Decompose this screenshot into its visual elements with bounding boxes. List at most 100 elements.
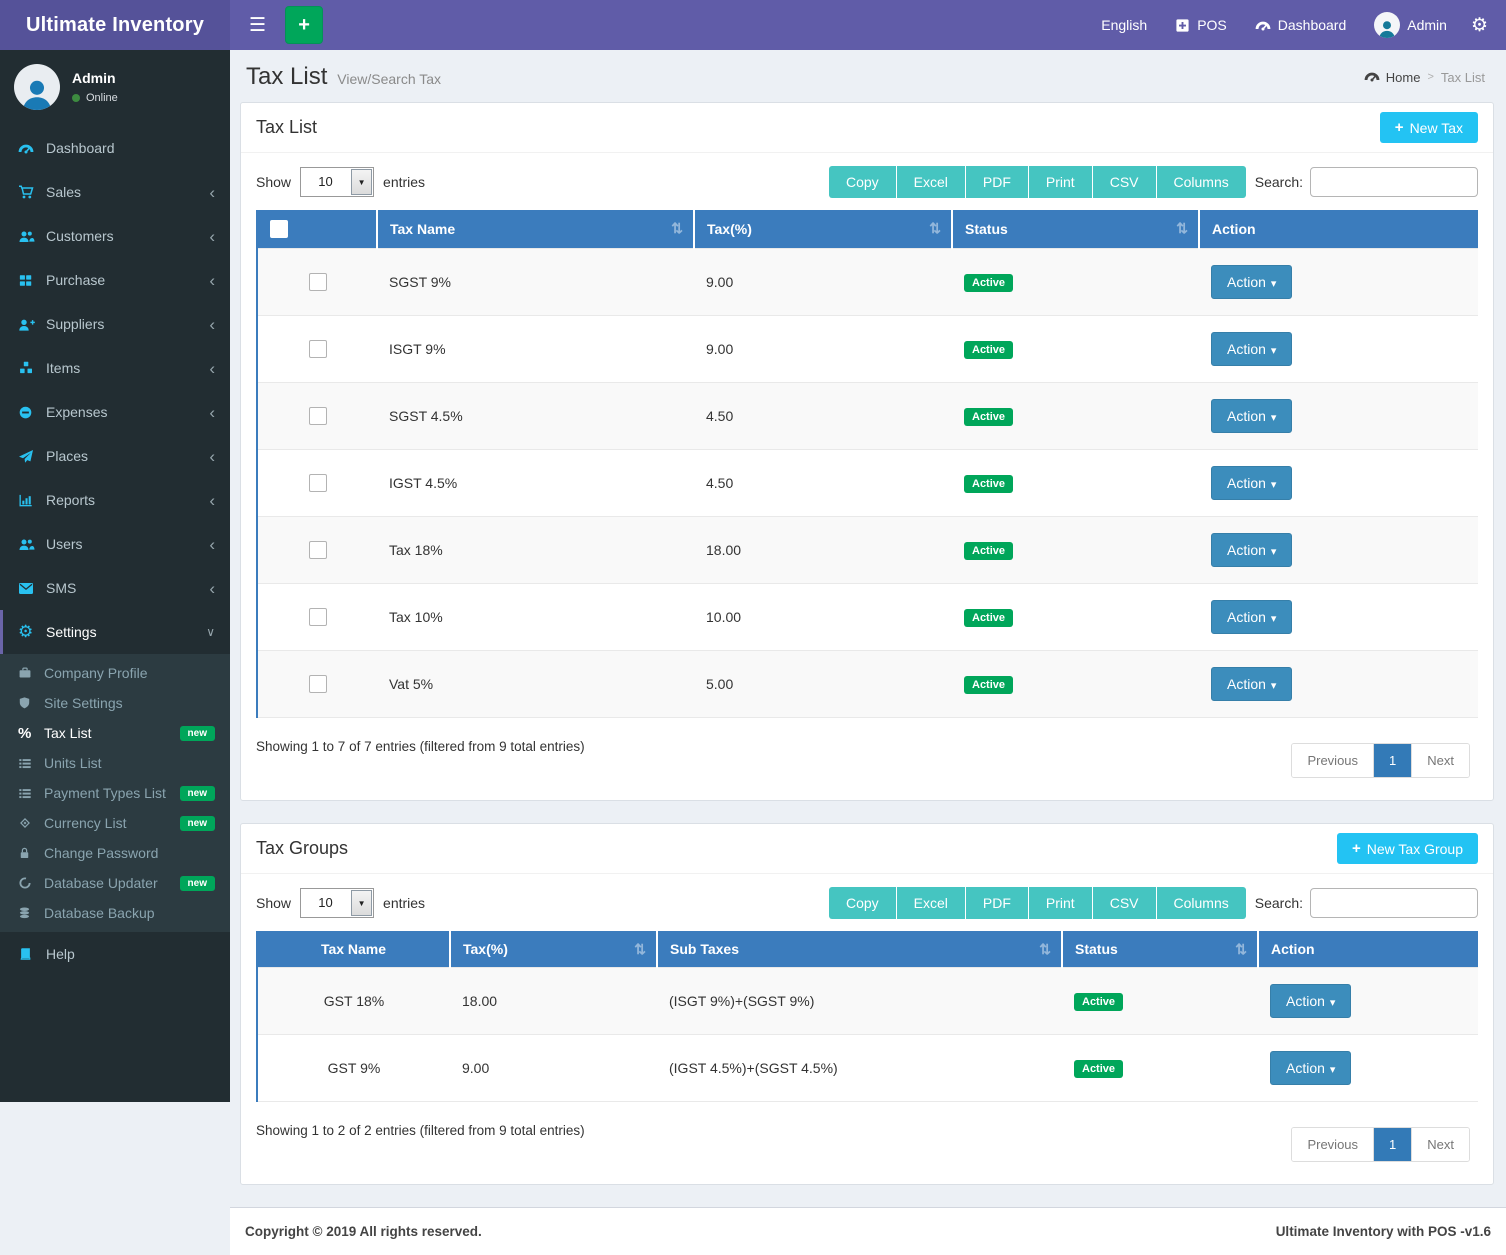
sidebar-item-sms[interactable]: SMS ‹ bbox=[0, 566, 230, 610]
tax-group-percent: 9.00 bbox=[450, 1035, 657, 1102]
search-label: Search: bbox=[1255, 895, 1303, 911]
search-input[interactable] bbox=[1310, 888, 1478, 918]
app-logo[interactable]: Ultimate Inventory bbox=[0, 0, 230, 50]
new-tax-group-button[interactable]: + New Tax Group bbox=[1337, 833, 1478, 864]
action-dropdown-button[interactable]: Action▾ bbox=[1211, 466, 1292, 500]
submenu-change-password[interactable]: Change Password bbox=[0, 838, 230, 868]
caret-down-icon: ▾ bbox=[1271, 345, 1277, 357]
column-header-tax-percent[interactable]: Tax(%)⇅ bbox=[694, 210, 952, 249]
tax-name: SGST 4.5% bbox=[377, 383, 694, 450]
chevron-left-icon: ‹ bbox=[209, 228, 215, 245]
briefcase-icon bbox=[18, 666, 44, 680]
submenu-tax-list[interactable]: % Tax List new bbox=[0, 718, 230, 748]
column-header-tax-name[interactable]: Tax Name⇅ bbox=[377, 210, 694, 249]
select-all-checkbox[interactable] bbox=[270, 220, 288, 238]
status-badge: Active bbox=[1074, 1060, 1123, 1078]
next-page-button[interactable]: Next bbox=[1411, 1128, 1469, 1161]
excel-button[interactable]: Excel bbox=[897, 166, 966, 198]
page-title: Tax List bbox=[246, 63, 327, 90]
row-checkbox[interactable] bbox=[309, 407, 327, 425]
csv-button[interactable]: CSV bbox=[1093, 166, 1157, 198]
tax-percent: 10.00 bbox=[694, 584, 952, 651]
action-dropdown-button[interactable]: Action▾ bbox=[1211, 332, 1292, 366]
excel-button[interactable]: Excel bbox=[897, 887, 966, 919]
copy-button[interactable]: Copy bbox=[829, 166, 897, 198]
csv-button[interactable]: CSV bbox=[1093, 887, 1157, 919]
column-header-sub-taxes[interactable]: Sub Taxes⇅ bbox=[657, 931, 1062, 968]
search-input[interactable] bbox=[1310, 167, 1478, 197]
action-dropdown-button[interactable]: Action▾ bbox=[1211, 399, 1292, 433]
column-header-tax-percent[interactable]: Tax(%)⇅ bbox=[450, 931, 657, 968]
row-checkbox[interactable] bbox=[309, 541, 327, 559]
submenu-site-settings[interactable]: Site Settings bbox=[0, 688, 230, 718]
sidebar-user-name: Admin bbox=[72, 70, 118, 86]
submenu-payment-types-list[interactable]: Payment Types List new bbox=[0, 778, 230, 808]
sidebar-item-purchase[interactable]: Purchase ‹ bbox=[0, 258, 230, 302]
sidebar-item-users[interactable]: Users ‹ bbox=[0, 522, 230, 566]
print-button[interactable]: Print bbox=[1029, 887, 1093, 919]
user-menu[interactable]: Admin bbox=[1360, 0, 1461, 50]
dashboard-link[interactable]: Dashboard bbox=[1241, 0, 1361, 50]
submenu-company-profile[interactable]: Company Profile bbox=[0, 658, 230, 688]
sidebar-item-places[interactable]: Places ‹ bbox=[0, 434, 230, 478]
grid-icon bbox=[18, 273, 46, 288]
settings-submenu: Company Profile Site Settings % Tax List… bbox=[0, 654, 230, 932]
sidebar-item-help[interactable]: Help bbox=[0, 932, 230, 976]
next-page-button[interactable]: Next bbox=[1411, 744, 1469, 777]
page-length-select[interactable]: 10 ▼ bbox=[300, 888, 374, 918]
column-header-status[interactable]: Status⇅ bbox=[952, 210, 1199, 249]
pagination: Previous 1 Next bbox=[1291, 743, 1470, 778]
quick-add-button[interactable]: + bbox=[285, 6, 323, 44]
new-tax-button[interactable]: + New Tax bbox=[1380, 112, 1478, 143]
submenu-database-updater[interactable]: Database Updater new bbox=[0, 868, 230, 898]
row-checkbox[interactable] bbox=[309, 474, 327, 492]
tax-name: Tax 18% bbox=[377, 517, 694, 584]
columns-button[interactable]: Columns bbox=[1157, 166, 1246, 198]
sidebar: Admin Online Dashboard Sales ‹ Customer bbox=[0, 50, 230, 1102]
export-button-group: Copy Excel PDF Print CSV Columns bbox=[829, 887, 1246, 919]
submenu-currency-list[interactable]: Currency List new bbox=[0, 808, 230, 838]
breadcrumb-home-link[interactable]: Home bbox=[1364, 69, 1421, 86]
action-dropdown-button[interactable]: Action▾ bbox=[1270, 984, 1351, 1018]
sidebar-item-sales[interactable]: Sales ‹ bbox=[0, 170, 230, 214]
sidebar-item-expenses[interactable]: Expenses ‹ bbox=[0, 390, 230, 434]
language-menu[interactable]: English bbox=[1087, 0, 1161, 50]
row-checkbox[interactable] bbox=[309, 273, 327, 291]
sidebar-toggle-icon[interactable]: ☰ bbox=[230, 14, 285, 37]
pdf-button[interactable]: PDF bbox=[966, 166, 1029, 198]
row-checkbox[interactable] bbox=[309, 675, 327, 693]
pos-link[interactable]: POS bbox=[1161, 0, 1241, 50]
sort-icon: ⇅ bbox=[1039, 941, 1051, 958]
previous-page-button[interactable]: Previous bbox=[1292, 744, 1373, 777]
action-dropdown-button[interactable]: Action▾ bbox=[1211, 265, 1292, 299]
action-dropdown-button[interactable]: Action▾ bbox=[1211, 600, 1292, 634]
sidebar-item-customers[interactable]: Customers ‹ bbox=[0, 214, 230, 258]
row-checkbox[interactable] bbox=[309, 608, 327, 626]
copy-button[interactable]: Copy bbox=[829, 887, 897, 919]
pdf-button[interactable]: PDF bbox=[966, 887, 1029, 919]
action-dropdown-button[interactable]: Action▾ bbox=[1211, 667, 1292, 701]
column-header-tax-name[interactable]: Tax Name bbox=[257, 931, 450, 968]
page-1-button[interactable]: 1 bbox=[1373, 1128, 1411, 1161]
column-header-status[interactable]: Status⇅ bbox=[1062, 931, 1258, 968]
print-button[interactable]: Print bbox=[1029, 166, 1093, 198]
sidebar-item-items[interactable]: Items ‹ bbox=[0, 346, 230, 390]
breadcrumb-current: Tax List bbox=[1441, 70, 1485, 85]
tachometer-icon bbox=[1364, 69, 1380, 86]
gears-icon: ⚙ bbox=[18, 622, 46, 642]
row-checkbox[interactable] bbox=[309, 340, 327, 358]
sidebar-item-reports[interactable]: Reports ‹ bbox=[0, 478, 230, 522]
settings-gears-icon[interactable]: ⚙ bbox=[1461, 14, 1506, 37]
submenu-units-list[interactable]: Units List bbox=[0, 748, 230, 778]
page-1-button[interactable]: 1 bbox=[1373, 744, 1411, 777]
submenu-database-backup[interactable]: Database Backup bbox=[0, 898, 230, 928]
chevron-left-icon: ‹ bbox=[209, 536, 215, 553]
sidebar-item-settings[interactable]: ⚙ Settings ∨ bbox=[0, 610, 230, 654]
action-dropdown-button[interactable]: Action▾ bbox=[1211, 533, 1292, 567]
page-length-select[interactable]: 10 ▼ bbox=[300, 167, 374, 197]
sidebar-item-suppliers[interactable]: Suppliers ‹ bbox=[0, 302, 230, 346]
columns-button[interactable]: Columns bbox=[1157, 887, 1246, 919]
sidebar-item-dashboard[interactable]: Dashboard bbox=[0, 126, 230, 170]
action-dropdown-button[interactable]: Action▾ bbox=[1270, 1051, 1351, 1085]
previous-page-button[interactable]: Previous bbox=[1292, 1128, 1373, 1161]
